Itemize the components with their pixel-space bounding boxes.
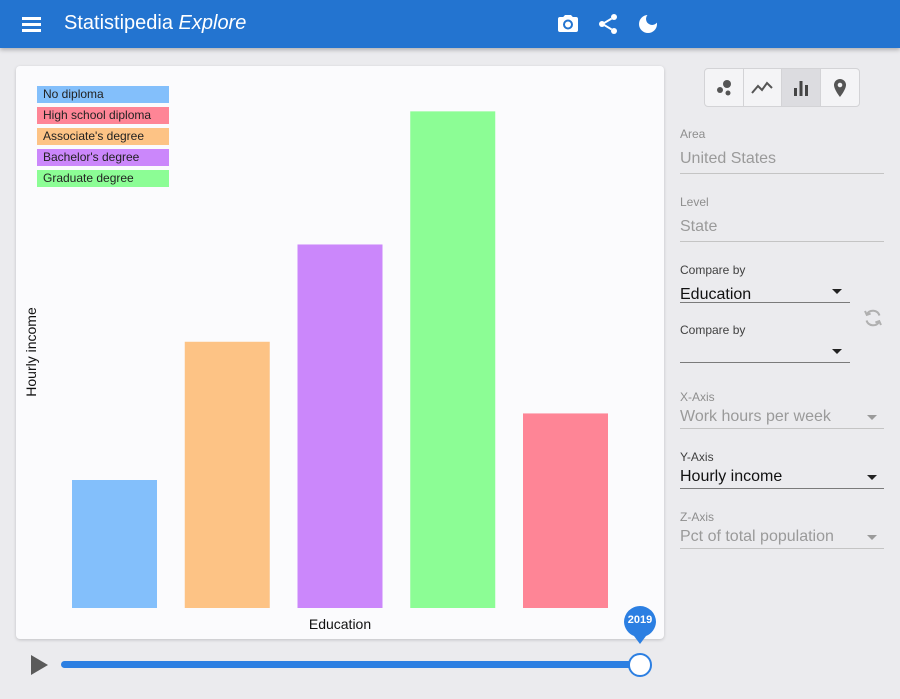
- x-axis-value: Work hours per week: [680, 408, 831, 425]
- z-axis-label-field: Z-Axis: [680, 510, 714, 524]
- line-chart-icon[interactable]: [744, 69, 782, 106]
- compare-by-select-2[interactable]: Compare by: [680, 323, 850, 364]
- compare-by-select-1[interactable]: Compare by Education: [680, 263, 850, 304]
- legend-item: Associate's degree: [37, 128, 169, 145]
- share-icon[interactable]: [596, 12, 620, 36]
- x-axis-label: Education: [308, 616, 372, 632]
- year-bubble: [624, 606, 656, 644]
- bar-graduate-degree[interactable]: [410, 111, 496, 609]
- year-label: 2019: [627, 614, 653, 626]
- legend-item: Bachelor's degree: [37, 149, 169, 166]
- bar-associate-s-degree[interactable]: [184, 341, 270, 608]
- year-slider-thumb[interactable]: [628, 653, 652, 677]
- area-field[interactable]: Area United States: [680, 127, 884, 174]
- legend-item: High school diploma: [37, 107, 169, 124]
- year-slider-track[interactable]: [61, 661, 641, 668]
- y-axis-value: Hourly income: [680, 468, 783, 485]
- chart-type-switcher: [704, 68, 860, 107]
- level-label: Level: [680, 195, 709, 209]
- bar-high-school-diploma[interactable]: [523, 413, 608, 608]
- y-axis-label-field: Y-Axis: [680, 450, 714, 464]
- app-title: Statistipedia Explore: [64, 12, 246, 35]
- chevron-down-icon: [832, 289, 842, 294]
- chevron-down-icon: [867, 415, 877, 420]
- app-title-sub: Explore: [178, 12, 247, 34]
- x-axis-label-field: X-Axis: [680, 390, 715, 404]
- area-value: United States: [680, 150, 777, 167]
- y-axis-label: Hourly income: [23, 307, 39, 397]
- level-field[interactable]: Level State: [680, 195, 884, 242]
- legend-item: No diploma: [37, 86, 169, 103]
- x-axis-select[interactable]: X-Axis Work hours per week: [680, 390, 884, 429]
- legend-item: Graduate degree: [37, 170, 169, 187]
- bar-bachelor-s-degree[interactable]: [297, 244, 383, 609]
- z-axis-value: Pct of total population: [680, 528, 834, 545]
- chevron-down-icon: [867, 535, 877, 540]
- chevron-down-icon: [832, 349, 842, 354]
- dark-mode-icon[interactable]: [636, 12, 660, 36]
- bar-no-diploma[interactable]: [72, 480, 157, 608]
- y-axis-select[interactable]: Y-Axis Hourly income: [680, 450, 884, 489]
- bar-chart-icon[interactable]: [782, 69, 821, 106]
- play-icon[interactable]: [28, 654, 50, 676]
- swap-icon[interactable]: [862, 307, 884, 329]
- chart-card: No diploma High school diploma Associate's…: [16, 66, 664, 639]
- compare-by-1-label: Compare by: [680, 263, 746, 277]
- z-axis-select[interactable]: Z-Axis Pct of total population: [680, 510, 884, 549]
- app-bar: Statistipedia Explore: [0, 0, 900, 48]
- chevron-down-icon: [867, 475, 877, 480]
- area-label: Area: [680, 127, 706, 141]
- level-value: State: [680, 218, 718, 235]
- camera-icon[interactable]: [556, 12, 580, 36]
- map-pin-icon[interactable]: [821, 69, 859, 106]
- chart-legend: No diploma High school diploma Associate's…: [37, 86, 169, 191]
- compare-by-2-label: Compare by: [680, 323, 746, 337]
- scatter-chart-icon[interactable]: [705, 69, 744, 106]
- app-title-main: Statistipedia: [64, 12, 173, 34]
- menu-icon[interactable]: [20, 12, 44, 36]
